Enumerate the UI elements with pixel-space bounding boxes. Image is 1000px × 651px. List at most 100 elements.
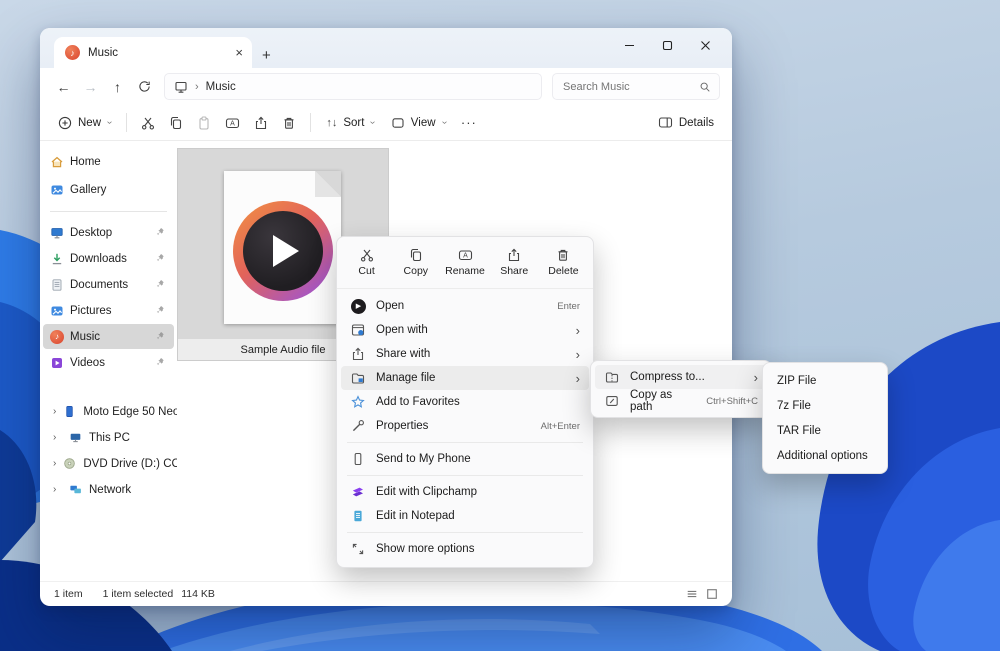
submenu-item-label: TAR File (777, 425, 821, 437)
copy-quick-button[interactable]: Copy (391, 239, 440, 286)
copy-button[interactable] (162, 109, 190, 136)
sidebar-item-home[interactable]: Home (43, 148, 174, 175)
sidebar-item-pictures[interactable]: Pictures (43, 298, 174, 323)
sort-button[interactable]: ↑↓ Sort › (318, 109, 382, 136)
menu-item-label: Add to Favorites (376, 396, 460, 408)
submenu-item-copy-as-path[interactable]: Copy as path Ctrl+Shift+C (595, 389, 767, 413)
address-bar[interactable]: › Music (164, 73, 542, 100)
expand-chevron-icon[interactable]: › (53, 432, 62, 443)
sidebar-item-label: Moto Edge 50 Neo (83, 406, 179, 418)
gallery-icon (50, 183, 64, 197)
menu-item-label: Edit with Clipchamp (376, 486, 477, 498)
share-icon (254, 116, 268, 130)
wrench-icon (350, 419, 366, 433)
paste-icon (197, 116, 211, 130)
sidebar-item-downloads[interactable]: Downloads (43, 246, 174, 271)
view-icon (391, 116, 405, 130)
sidebar-item-network[interactable]: › Network (43, 477, 174, 502)
pin-icon (156, 253, 165, 262)
music-folder-icon: ♪ (65, 45, 80, 60)
quick-action-label: Delete (548, 265, 578, 277)
expand-chevron-icon[interactable]: › (53, 484, 62, 495)
sidebar-separator (50, 211, 167, 212)
expand-chevron-icon[interactable]: › (53, 458, 56, 469)
sidebar-item-documents[interactable]: Documents (43, 272, 174, 297)
sort-button-label: Sort (343, 117, 364, 129)
details-pane-button[interactable]: Details (650, 109, 722, 136)
submenu-item-7z-file[interactable]: 7z File (767, 393, 883, 418)
minimize-button[interactable] (610, 32, 648, 59)
submenu-item-zip-file[interactable]: ZIP File (767, 368, 883, 393)
sidebar-item-moto-edge[interactable]: › Moto Edge 50 Neo (43, 399, 174, 424)
share-with-icon (350, 347, 366, 361)
menu-item-properties[interactable]: Properties Alt+Enter (341, 414, 589, 438)
menu-item-edit-in-notepad[interactable]: Edit in Notepad (341, 504, 589, 528)
sidebar-item-dvd-drive[interactable]: › DVD Drive (D:) CCC (43, 451, 174, 476)
chevron-down-icon: › (368, 121, 379, 124)
details-pane-icon (658, 116, 673, 129)
submenu-item-label: Compress to... (630, 371, 705, 383)
menu-item-edit-with-clipchamp[interactable]: Edit with Clipchamp (341, 480, 589, 504)
sidebar-item-label: Documents (70, 279, 128, 291)
menu-shortcut: Enter (557, 301, 580, 312)
menu-item-share-with[interactable]: Share with › (341, 342, 589, 366)
rename-quick-button[interactable]: A Rename (440, 239, 489, 286)
share-button[interactable] (247, 109, 275, 136)
tab-music[interactable]: ♪ Music × (54, 37, 252, 68)
submenu-item-compress-to[interactable]: Compress to... › (595, 365, 767, 389)
close-icon (700, 40, 711, 51)
search-icon (699, 81, 711, 93)
view-button[interactable]: View › (383, 109, 454, 136)
new-button[interactable]: New › (50, 109, 119, 136)
search-input[interactable] (561, 80, 699, 94)
thumbnail-view-toggle-icon[interactable] (706, 588, 718, 600)
breadcrumb[interactable]: Music (206, 81, 236, 93)
rename-icon: A (225, 116, 240, 130)
delete-quick-button[interactable]: Delete (539, 239, 588, 286)
menu-item-label: Edit in Notepad (376, 510, 455, 522)
back-button[interactable]: ← (50, 74, 77, 100)
view-button-label: View (411, 117, 436, 129)
search-box[interactable] (552, 73, 720, 100)
tab-close-icon[interactable]: × (235, 46, 243, 59)
paste-button[interactable] (190, 109, 218, 136)
menu-item-add-to-favorites[interactable]: Add to Favorites (341, 390, 589, 414)
sidebar-item-label: Downloads (70, 253, 127, 265)
new-tab-button[interactable]: + (262, 48, 271, 63)
menu-item-label: Share with (376, 348, 430, 360)
expand-chevron-icon[interactable]: › (53, 406, 56, 417)
sidebar-item-this-pc[interactable]: › This PC (43, 425, 174, 450)
see-more-button[interactable]: ··· (454, 109, 484, 136)
submenu-item-tar-file[interactable]: TAR File (767, 418, 883, 443)
up-button[interactable]: ↑ (104, 74, 131, 100)
menu-item-manage-file[interactable]: Manage file › (341, 366, 589, 390)
close-button[interactable] (686, 32, 724, 59)
rename-button[interactable]: A (218, 109, 247, 136)
downloads-icon (50, 252, 64, 266)
sidebar-item-gallery[interactable]: Gallery (43, 176, 174, 203)
forward-button[interactable]: → (77, 74, 104, 100)
sidebar-item-music[interactable]: ♪ Music (43, 324, 174, 349)
refresh-button[interactable] (131, 74, 158, 100)
cut-quick-button[interactable]: Cut (342, 239, 391, 286)
breadcrumb-separator: › (195, 81, 199, 93)
sidebar-item-videos[interactable]: Videos (43, 350, 174, 375)
menu-item-show-more-options[interactable]: Show more options (341, 537, 589, 561)
share-quick-button[interactable]: Share (490, 239, 539, 286)
submenu-item-additional-options[interactable]: Additional options (767, 443, 883, 468)
submenu-chevron-icon: › (754, 371, 758, 384)
delete-button[interactable] (275, 109, 303, 136)
menu-separator (347, 532, 583, 533)
details-view-toggle-icon[interactable] (686, 588, 698, 600)
menu-item-send-to-my-phone[interactable]: Send to My Phone (341, 447, 589, 471)
menu-item-open-with[interactable]: Open with › (341, 318, 589, 342)
selection-status: 1 item selected (103, 588, 174, 600)
sidebar-item-label: This PC (89, 432, 130, 444)
sidebar-item-desktop[interactable]: Desktop (43, 220, 174, 245)
cut-button[interactable] (134, 109, 162, 136)
maximize-button[interactable] (648, 32, 686, 59)
videos-icon (50, 356, 64, 370)
menu-item-open[interactable]: ▶ Open Enter (341, 294, 589, 318)
details-pane-label: Details (679, 117, 714, 129)
quick-actions-row: Cut Copy A Rename Share Delete (337, 237, 593, 289)
